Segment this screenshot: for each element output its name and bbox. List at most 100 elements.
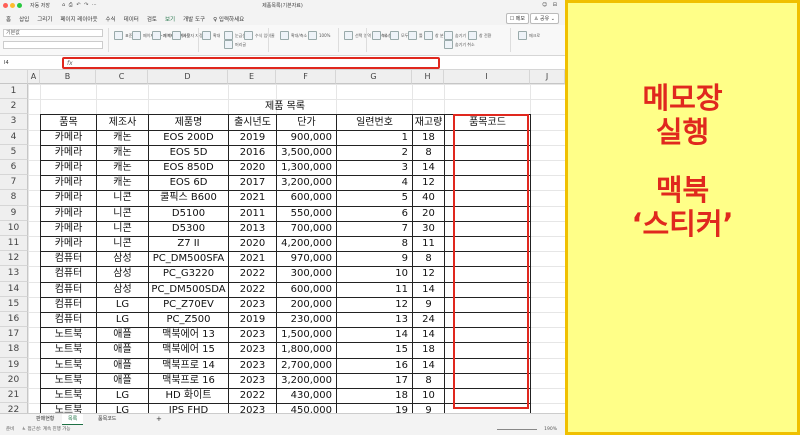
table-cell[interactable]: 2 — [336, 144, 413, 161]
table-header-cell[interactable]: 일련번호 — [336, 114, 413, 131]
table-cell[interactable]: 6 — [336, 205, 413, 222]
zoom-percent-icon[interactable] — [280, 31, 289, 40]
table-cell[interactable]: 니콘 — [96, 236, 149, 253]
table-cell[interactable]: 7 — [336, 220, 413, 237]
table-cell[interactable]: PC_DM500SDA — [148, 281, 229, 298]
zoom-icon[interactable] — [202, 31, 211, 40]
table-cell[interactable]: PC_DM500SFA — [148, 251, 229, 268]
table-cell[interactable]: 14 — [412, 160, 445, 177]
table-cell[interactable]: EOS 850D — [148, 160, 229, 177]
table-cell[interactable]: 4 — [336, 175, 413, 192]
table-cell[interactable]: 12 — [412, 266, 445, 283]
table-cell[interactable]: D5300 — [148, 220, 229, 237]
row-header[interactable]: 13 — [0, 266, 28, 282]
table-cell[interactable]: PC_G3220 — [148, 266, 229, 283]
table-cell[interactable]: 3,500,000 — [276, 144, 337, 161]
table-cell[interactable]: 삼성 — [96, 281, 149, 298]
table-header-cell[interactable]: 단가 — [276, 114, 337, 131]
column-header[interactable]: G — [336, 70, 412, 84]
share-button[interactable]: ♙ 공유 ⌄ — [529, 13, 559, 24]
table-cell[interactable]: 쿨픽스 B600 — [148, 190, 229, 207]
table-cell[interactable]: 2023 — [228, 327, 277, 344]
zoom-level[interactable]: 190% — [544, 425, 557, 435]
view-custom-icon[interactable] — [172, 31, 181, 40]
table-cell[interactable]: PC_Z70EV — [148, 296, 229, 313]
table-cell[interactable]: D5100 — [148, 205, 229, 222]
table-cell[interactable]: 1,300,000 — [276, 160, 337, 177]
table-cell[interactable]: 8 — [336, 236, 413, 253]
row-header[interactable]: 6 — [0, 160, 28, 176]
table-cell[interactable]: 230,000 — [276, 312, 337, 329]
table-cell[interactable]: 2013 — [228, 220, 277, 237]
column-header[interactable]: A — [28, 70, 40, 84]
table-cell[interactable]: 15 — [336, 342, 413, 359]
column-header[interactable]: B — [40, 70, 96, 84]
table-cell[interactable]: 1,500,000 — [276, 327, 337, 344]
table-cell[interactable]: 맥북에어 13 — [148, 327, 229, 344]
sheet-tab[interactable]: 품목코드 — [92, 414, 122, 425]
table-cell[interactable]: LG — [96, 296, 149, 313]
sheet-tab[interactable]: 목록 — [62, 414, 84, 425]
headings-icon[interactable] — [224, 40, 233, 49]
row-header[interactable]: 2 — [0, 99, 28, 115]
table-cell[interactable]: LG — [96, 312, 149, 329]
table-cell[interactable]: 2023 — [228, 372, 277, 389]
table-cell[interactable]: EOS 200D — [148, 129, 229, 146]
column-header[interactable]: I — [444, 70, 530, 84]
new-window-icon[interactable] — [372, 31, 381, 40]
row-header[interactable]: 15 — [0, 296, 28, 312]
table-cell[interactable]: 2021 — [228, 251, 277, 268]
column-header[interactable]: H — [412, 70, 444, 84]
table-cell[interactable]: 삼성 — [96, 251, 149, 268]
table-cell[interactable]: 2020 — [228, 236, 277, 253]
table-cell[interactable]: 2020 — [228, 160, 277, 177]
formula-bar-toggle-icon[interactable] — [244, 31, 253, 40]
table-cell[interactable]: 캐논 — [96, 175, 149, 192]
table-cell[interactable]: 2021 — [228, 190, 277, 207]
arrange-all-icon[interactable] — [390, 31, 399, 40]
row-header[interactable]: 19 — [0, 357, 28, 373]
table-header-cell[interactable]: 제품명 — [148, 114, 229, 131]
table-cell[interactable]: 캐논 — [96, 160, 149, 177]
table-cell[interactable]: 2016 — [228, 144, 277, 161]
table-cell[interactable]: 14 — [336, 327, 413, 344]
table-cell[interactable]: EOS 5D — [148, 144, 229, 161]
table-cell[interactable]: 5 — [336, 190, 413, 207]
table-cell[interactable]: 13 — [336, 312, 413, 329]
table-cell[interactable]: 300,000 — [276, 266, 337, 283]
table-cell[interactable]: 노트북 — [40, 357, 97, 374]
table-cell[interactable]: 550,000 — [276, 205, 337, 222]
table-cell[interactable]: 17 — [336, 372, 413, 389]
table-cell[interactable]: 8 — [412, 372, 445, 389]
unhide-icon[interactable] — [444, 40, 453, 49]
table-cell[interactable]: 컴퓨터 — [40, 312, 97, 329]
split-icon[interactable] — [424, 31, 433, 40]
table-cell[interactable]: 3,200,000 — [276, 372, 337, 389]
table-cell[interactable]: 카메라 — [40, 220, 97, 237]
table-cell[interactable]: 카메라 — [40, 205, 97, 222]
table-cell[interactable]: 맥북에어 15 — [148, 342, 229, 359]
table-cell[interactable]: 2,700,000 — [276, 357, 337, 374]
table-cell[interactable]: 애플 — [96, 357, 149, 374]
table-cell[interactable]: 8 — [412, 144, 445, 161]
table-cell[interactable]: 18 — [412, 342, 445, 359]
table-cell[interactable]: 200,000 — [276, 296, 337, 313]
row-header[interactable]: 20 — [0, 372, 28, 388]
table-cell[interactable]: 카메라 — [40, 144, 97, 161]
table-cell[interactable]: 600,000 — [276, 281, 337, 298]
row-header[interactable]: 8 — [0, 190, 28, 206]
table-cell[interactable]: 600,000 — [276, 190, 337, 207]
column-header[interactable]: F — [276, 70, 336, 84]
table-cell[interactable]: 700,000 — [276, 220, 337, 237]
row-header[interactable]: 16 — [0, 312, 28, 328]
table-cell[interactable]: 카메라 — [40, 129, 97, 146]
table-cell[interactable]: 970,000 — [276, 251, 337, 268]
table-cell[interactable]: 카메라 — [40, 160, 97, 177]
table-cell[interactable]: 40 — [412, 190, 445, 207]
table-cell[interactable]: 노트북 — [40, 327, 97, 344]
name-box[interactable]: I4 — [2, 58, 42, 68]
style-gallery[interactable] — [3, 41, 103, 49]
table-cell[interactable]: 맥북프로 16 — [148, 372, 229, 389]
table-cell[interactable]: 2017 — [228, 175, 277, 192]
column-header[interactable]: E — [228, 70, 276, 84]
